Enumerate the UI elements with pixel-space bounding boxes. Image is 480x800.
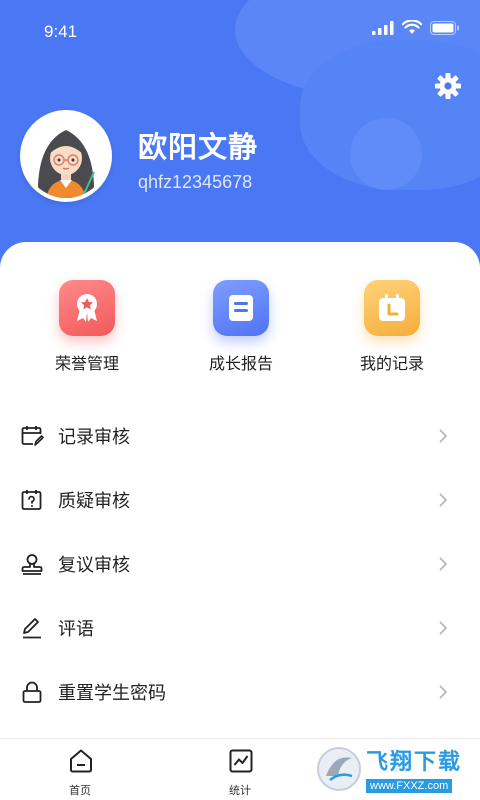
menu-item-reconsideration-review[interactable]: 复议审核 [0, 532, 480, 596]
quick-action-label: 成长报告 [208, 356, 273, 373]
profile-name: 欧阳文静 [138, 132, 259, 164]
tab-label: 统计 [229, 785, 251, 797]
chart-icon [229, 749, 253, 773]
status-time: 9:41 [44, 22, 78, 41]
header-decoration [350, 118, 422, 190]
menu-item-record-review[interactable]: 记录审核 [0, 404, 480, 468]
report-icon [213, 280, 269, 336]
menu-item-label: 质疑审核 [58, 491, 130, 511]
home-icon [70, 749, 92, 773]
chevron-right-icon [439, 621, 448, 635]
avatar[interactable] [20, 110, 112, 202]
settings-gear-icon[interactable] [434, 72, 462, 100]
quick-action-label: 荣誉管理 [54, 356, 119, 373]
quick-action-label: 我的记录 [359, 356, 424, 373]
menu-item-label: 记录审核 [58, 427, 130, 447]
menu-item-comments[interactable]: 评语 [0, 596, 480, 660]
menu-item-label: 评语 [58, 619, 94, 639]
status-bar: 9:41 [0, 0, 480, 60]
tab-label: 首页 [69, 785, 91, 797]
menu-item-label: 重置学生密码 [58, 683, 166, 703]
profile-account: qhfz12345678 [138, 172, 253, 192]
battery-icon [430, 20, 459, 35]
tab-statistics[interactable]: 统计 [190, 739, 290, 800]
chevron-right-icon [439, 557, 448, 571]
watermark-logo-icon [317, 747, 361, 791]
calendar-record-icon [364, 280, 420, 336]
chevron-right-icon [439, 429, 448, 443]
watermark-text: 飞翔下载 [366, 749, 463, 774]
watermark-url: www.FXXZ.com [366, 779, 453, 793]
calendar-question-icon [21, 490, 42, 510]
quick-action-honor[interactable]: 荣誉管理 [27, 280, 147, 374]
chevron-right-icon [439, 493, 448, 507]
pen-icon [23, 618, 41, 639]
tab-home[interactable]: 首页 [30, 739, 130, 800]
stamp-icon [21, 554, 43, 575]
watermark: 飞翔下载 www.FXXZ.com [312, 740, 472, 798]
wifi-icon [402, 20, 422, 34]
chevron-right-icon [439, 685, 448, 699]
lock-icon [22, 681, 42, 703]
girl-avatar-icon [24, 114, 108, 198]
signal-icon [372, 20, 394, 35]
quick-action-my-records[interactable]: 我的记录 [332, 280, 452, 374]
quick-action-growth-report[interactable]: 成长报告 [181, 280, 301, 374]
menu-item-reset-student-password[interactable]: 重置学生密码 [0, 660, 480, 724]
menu-item-label: 复议审核 [58, 555, 130, 575]
calendar-edit-icon [21, 426, 44, 446]
menu-item-query-review[interactable]: 质疑审核 [0, 468, 480, 532]
award-icon [59, 280, 115, 336]
